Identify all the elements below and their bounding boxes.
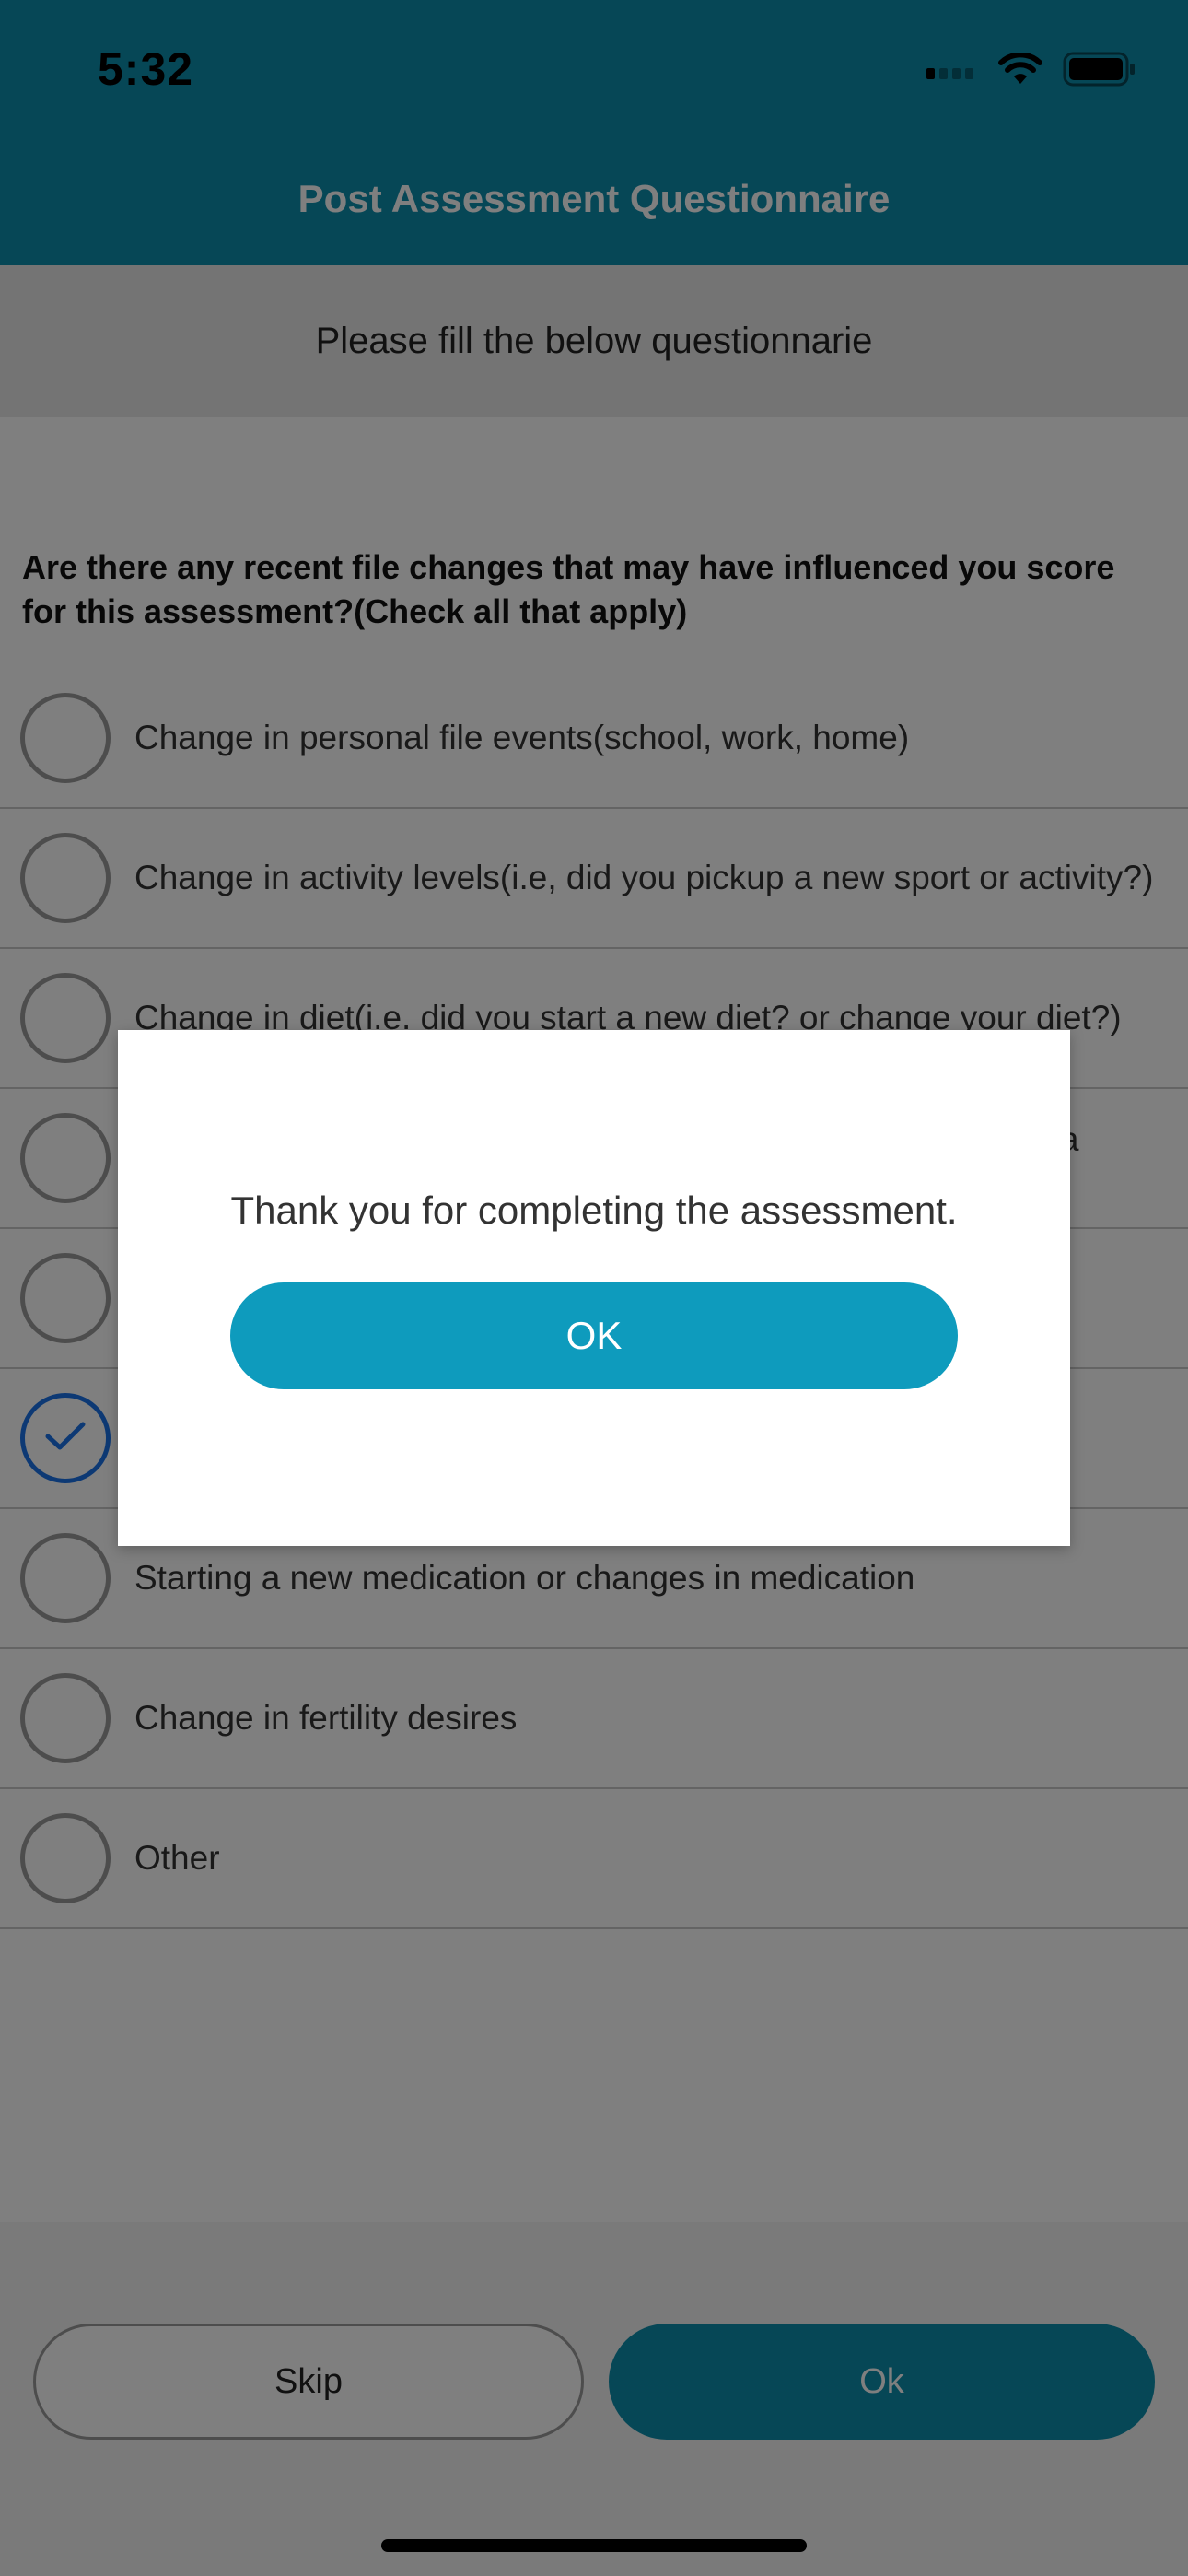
dialog-ok-button[interactable]: OK xyxy=(230,1282,958,1389)
dialog-message: Thank you for completing the assessment. xyxy=(230,1188,958,1232)
completion-dialog: Thank you for completing the assessment.… xyxy=(118,1030,1070,1546)
questionnaire-screen: 5:32 xyxy=(0,0,1188,2576)
home-indicator[interactable] xyxy=(381,2539,807,2552)
